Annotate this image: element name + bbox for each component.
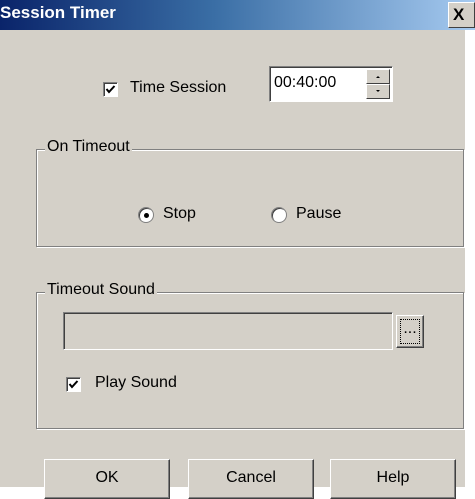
time-session-label: Time Session [130,79,227,96]
time-session-value[interactable]: 00:40:00 [274,74,336,92]
browse-button[interactable]: ... [396,315,424,348]
close-button[interactable]: X [448,2,475,28]
focus-rect [400,319,420,344]
cancel-button[interactable]: Cancel [188,459,314,499]
play-sound-checkbox[interactable] [66,377,81,392]
on-timeout-group [36,149,464,247]
window-title: Session Timer [0,3,116,22]
radio-selected-dot [144,213,149,218]
spin-up-button[interactable] [366,69,390,84]
stop-radio[interactable] [138,207,154,223]
pause-radio[interactable] [271,207,287,223]
spin-down-button[interactable] [366,84,390,99]
on-timeout-legend: On Timeout [45,138,132,156]
time-session-checkbox[interactable] [103,82,118,97]
stop-label: Stop [163,205,196,222]
dialog-body: Time Session 00:40:00 On Timeout Stop Pa… [0,30,465,499]
arrow-up-icon [376,76,380,78]
timeout-sound-legend: Timeout Sound [45,281,157,299]
time-session-field[interactable]: 00:40:00 [269,66,393,102]
checkmark-icon [105,85,116,94]
ok-button[interactable]: OK [44,459,170,499]
help-button[interactable]: Help [330,459,456,499]
arrow-down-icon [376,90,380,92]
play-sound-label: Play Sound [95,374,177,391]
session-timer-dialog: Session Timer X Time Session 00:40:00 On… [0,0,475,499]
sound-file-field[interactable] [63,312,393,350]
title-bar[interactable]: Session Timer X [0,0,475,30]
checkmark-icon [68,380,79,389]
pause-label: Pause [296,205,342,222]
